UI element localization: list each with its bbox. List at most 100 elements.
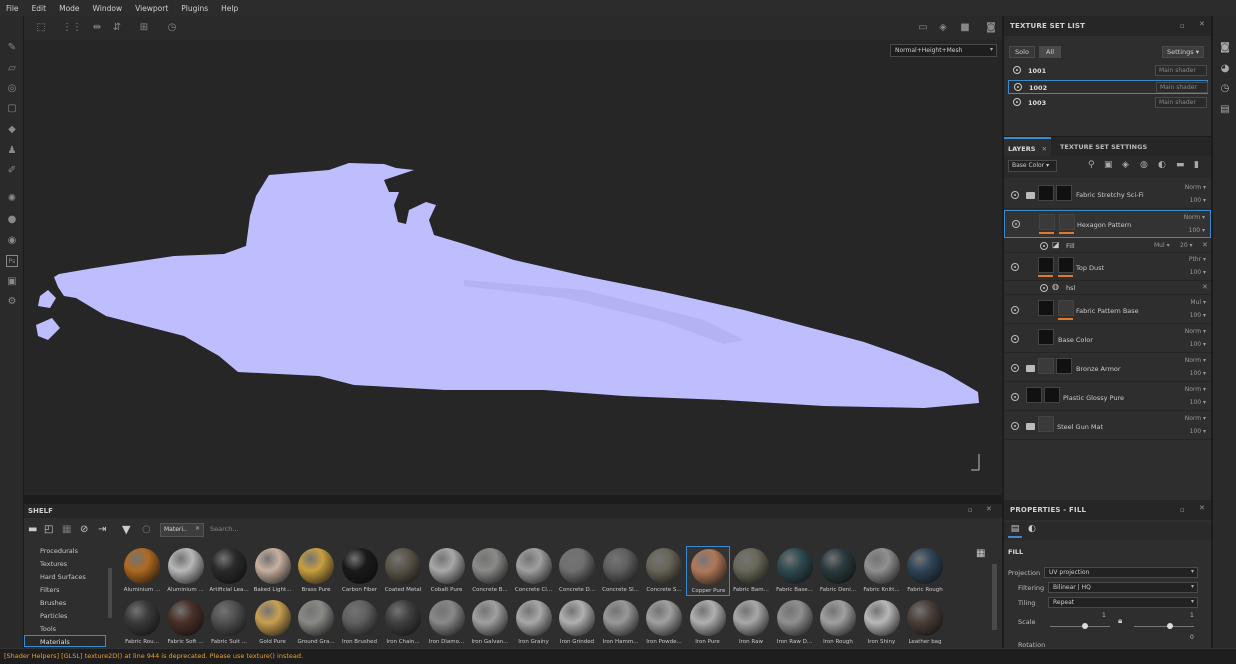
material-item[interactable]: Iron Raw: [729, 598, 773, 648]
remove-effect-icon[interactable]: ✕: [1202, 241, 1208, 249]
layer-row[interactable]: Fabric Pattern Base Mul ▾ 100 ▾: [1004, 296, 1211, 324]
3d-viewport[interactable]: Normal+Height+Mesh: [24, 40, 1002, 495]
material-item[interactable]: Iron Grainy: [512, 598, 556, 648]
eye-icon[interactable]: [1040, 242, 1048, 250]
material-item[interactable]: Fabric Soft ...: [164, 598, 208, 648]
material-item[interactable]: Fabric Suit ...: [207, 598, 251, 648]
polygon-fill-icon[interactable]: ▢: [6, 103, 18, 115]
delete-layer-icon[interactable]: ▮: [1194, 160, 1199, 170]
opacity-select[interactable]: 100 ▾: [1190, 312, 1206, 319]
material-item[interactable]: Iron Brushed: [338, 598, 382, 648]
remove-effect-icon[interactable]: ✕: [1202, 283, 1208, 291]
category-brushes[interactable]: Brushes: [40, 599, 66, 607]
texture-set-row[interactable]: 1003 Main shader: [1008, 96, 1208, 110]
blend-mode-select[interactable]: Norm ▾: [1185, 184, 1206, 191]
blend-mode-select[interactable]: Mul ▾: [1190, 299, 1206, 306]
layer-row[interactable]: Steel Gun Mat Norm ▾ 100 ▾: [1004, 412, 1211, 440]
opacity-select[interactable]: 100 ▾: [1190, 197, 1206, 204]
layer-row-selected[interactable]: Hexagon Pattern Norm ▾ 100 ▾: [1004, 210, 1211, 238]
add-folder-icon[interactable]: ▬: [1176, 160, 1185, 170]
history-icon[interactable]: ◷: [165, 21, 179, 35]
material-item[interactable]: Baked Light...: [251, 546, 295, 596]
opacity-select[interactable]: 100 ▾: [1190, 341, 1206, 348]
float-panel-icon[interactable]: ▫: [1180, 506, 1185, 514]
opacity-select[interactable]: 100 ▾: [1190, 399, 1206, 406]
material-item[interactable]: Leather bag: [903, 598, 947, 648]
material-item[interactable]: Coated Metal: [381, 546, 425, 596]
remove-filter-icon[interactable]: ✕: [195, 525, 200, 532]
category-textures[interactable]: Textures: [40, 560, 67, 568]
flip-icon[interactable]: ⇵: [110, 21, 124, 35]
material-item[interactable]: Concrete Sl...: [599, 546, 643, 596]
menu-help[interactable]: Help: [221, 4, 238, 13]
eye-icon[interactable]: [1013, 98, 1021, 106]
material-item[interactable]: Iron Powde...: [642, 598, 686, 648]
eye-icon[interactable]: [1012, 220, 1020, 228]
eraser-icon[interactable]: ▱: [6, 63, 18, 75]
layer-row[interactable]: Plastic Glossy Pure Norm ▾ 100 ▾: [1004, 383, 1211, 411]
opacity-select[interactable]: 100 ▾: [1189, 227, 1205, 234]
material-item[interactable]: Fabric Deni...: [816, 546, 860, 596]
layer-row[interactable]: Base Color Norm ▾ 100 ▾: [1004, 325, 1211, 353]
new-folder-icon[interactable]: ◰: [44, 524, 53, 535]
material-item[interactable]: Cobalt Pure: [425, 546, 469, 596]
grid-select-icon[interactable]: ⋮⋮: [62, 21, 82, 35]
category-procedurals[interactable]: Procedurals: [40, 547, 78, 555]
effect-row[interactable]: ◪ Fill Mul ▾ 20 ▾ ✕: [1004, 239, 1211, 253]
category-filters[interactable]: Filters: [40, 586, 59, 594]
save-icon[interactable]: ▦: [62, 524, 71, 535]
layer-row[interactable]: Bronze Armor Norm ▾ 100 ▾: [1004, 354, 1211, 382]
shader-select[interactable]: Main shader: [1155, 97, 1207, 108]
material-item[interactable]: Concrete S...: [642, 546, 686, 596]
category-hard-surfaces[interactable]: Hard Surfaces: [40, 573, 86, 581]
menu-mode[interactable]: Mode: [59, 4, 79, 13]
import-icon[interactable]: ⇥: [98, 524, 106, 535]
material-item[interactable]: Concrete D...: [555, 546, 599, 596]
shader-select[interactable]: Main shader: [1155, 65, 1207, 76]
texture-set-row-selected[interactable]: 1002 Main shader: [1008, 80, 1208, 94]
symmetry-icon[interactable]: ⇹: [90, 21, 104, 35]
blend-mode-select[interactable]: Norm ▾: [1185, 357, 1206, 364]
menu-plugins[interactable]: Plugins: [181, 4, 208, 13]
filter-chip[interactable]: Materi.. ✕: [160, 523, 204, 537]
material-item[interactable]: Aluminium ...: [120, 546, 164, 596]
material-item[interactable]: Iron Grinded: [555, 598, 599, 648]
materials-scrollbar[interactable]: [992, 564, 997, 630]
select-icon[interactable]: ⬚: [34, 21, 48, 35]
channel-select[interactable]: Base Color ▾: [1008, 160, 1057, 172]
material-item[interactable]: Ground Gra...: [294, 598, 338, 648]
eye-icon[interactable]: [1011, 191, 1019, 199]
tiling-select[interactable]: Repeat: [1048, 597, 1198, 608]
add-layer-icon[interactable]: ◈: [1122, 160, 1129, 170]
eye-icon[interactable]: [1011, 422, 1019, 430]
bake-settings-icon[interactable]: ✺: [6, 193, 18, 205]
notification-icon[interactable]: ●: [6, 214, 18, 226]
log-icon[interactable]: ▤: [1219, 104, 1231, 116]
eye-icon[interactable]: [1011, 306, 1019, 314]
material-icon[interactable]: ◐: [1028, 524, 1036, 534]
menu-viewport[interactable]: Viewport: [135, 4, 168, 13]
folder-icon[interactable]: ▬: [28, 524, 37, 535]
layer-row[interactable]: Fabric Stretchy Sci-Fi Norm ▾ 100 ▾: [1004, 181, 1211, 209]
opacity-select[interactable]: 100 ▾: [1190, 269, 1206, 276]
blend-mode-select[interactable]: Norm ▾: [1184, 214, 1205, 221]
material-item[interactable]: Fabric Rough: [903, 546, 947, 596]
viewer-settings-icon[interactable]: ◙: [1219, 42, 1231, 54]
smudge-icon[interactable]: ◆: [6, 124, 18, 136]
projection-icon[interactable]: ◎: [6, 83, 18, 95]
grid-view-icon[interactable]: ▦: [976, 548, 985, 559]
add-effect-icon[interactable]: ⚲: [1088, 160, 1095, 170]
screenshot-icon[interactable]: ◙: [984, 21, 998, 35]
material-item[interactable]: Fabric Rou...: [120, 598, 164, 648]
opacity-select[interactable]: 100 ▾: [1190, 370, 1206, 377]
opacity-select[interactable]: 100 ▾: [1190, 428, 1206, 435]
photoshop-export-icon[interactable]: Ps: [6, 255, 18, 267]
display-settings-icon[interactable]: ◉: [6, 235, 18, 247]
clone-stamp-icon[interactable]: ♟: [6, 145, 18, 157]
plugin-icon[interactable]: ▣: [6, 276, 18, 288]
settings-dropdown[interactable]: Settings ▾: [1162, 46, 1204, 58]
close-icon[interactable]: ✕: [986, 505, 992, 513]
add-fill-layer-icon[interactable]: ◍: [1140, 160, 1148, 170]
eye-icon[interactable]: [1011, 364, 1019, 372]
projection-select[interactable]: UV projection: [1044, 567, 1198, 578]
